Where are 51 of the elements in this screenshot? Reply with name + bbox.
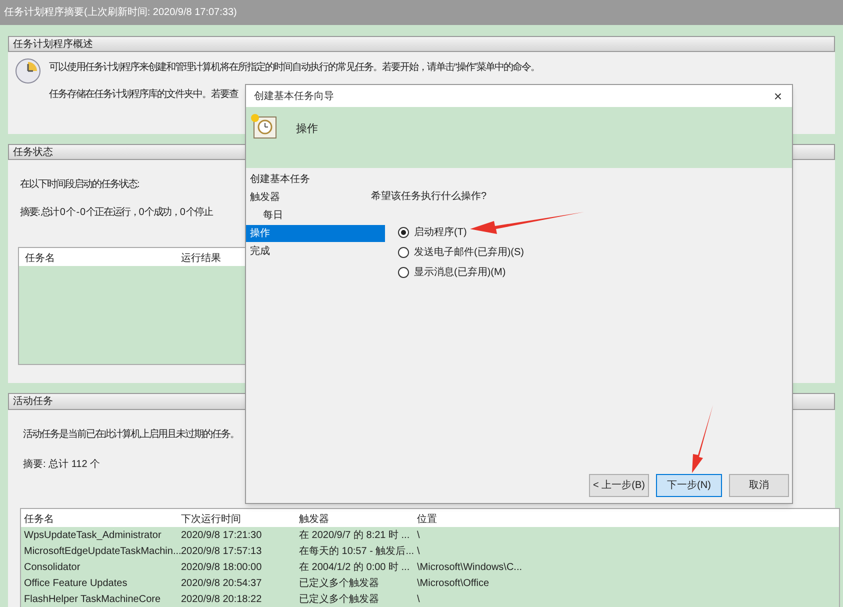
column-header[interactable]: 位置 <box>414 514 614 527</box>
table-cell-text: \Microsoft\Office <box>416 576 490 590</box>
wizard-button[interactable]: < 上一步(B) <box>589 474 649 497</box>
dialog-title: 创建基本任务向导 <box>254 90 334 104</box>
table-cell-text: 2020/9/8 20:54:37 <box>180 576 263 590</box>
window-title: 任务计划程序摘要(上次刷新时间: 2020/9/8 17:07:33) <box>4 6 237 20</box>
nav-item[interactable]: 每日 <box>246 207 285 224</box>
column-header[interactable]: 任务名 <box>25 251 55 266</box>
clock-icon <box>15 58 41 84</box>
radio-option[interactable]: 发送电子邮件(已弃用)(S) <box>398 245 524 260</box>
radio-option[interactable]: 显示消息(已弃用)(M) <box>398 265 524 280</box>
table-cell-text: 2020/9/8 20:18:22 <box>180 592 263 606</box>
table-cell-text: 在每天的 10:57 - 触发后... <box>298 544 414 558</box>
table-cell-text: MicrosoftEdgeUpdateTaskMachin... <box>23 544 178 558</box>
table-cell-text: \ <box>416 528 421 542</box>
summary-text: 摘要: 总计 0 个 - 0 个正在运行，0 个成功，0 个停止 <box>20 206 212 220</box>
table-cell-text: Consolidator <box>23 560 82 574</box>
column-header[interactable]: 任务名 <box>21 514 178 527</box>
wizard-button[interactable]: 取消 <box>729 474 789 497</box>
table-cell-text: 2020/9/8 18:00:00 <box>180 560 263 574</box>
table-cell-text: WpsUpdateTask_Administrator <box>23 528 162 542</box>
status-text: 在以下时间段启动的任务状态: <box>20 178 139 192</box>
column-header[interactable]: 触发器 <box>296 514 414 527</box>
table-cell-text: \ <box>416 592 421 606</box>
step-heading: 操作 <box>296 122 318 137</box>
description-text: 活动任务是当前已在此计算机上启用且未过期的任务。 <box>23 428 239 442</box>
table-cell-text: \ <box>416 544 421 558</box>
info-text: 任务存储在任务计划程序库的文件夹中。若要查 <box>49 88 238 102</box>
table-cell-text: Office Feature Updates <box>23 576 128 590</box>
nav-item[interactable]: 操作 <box>246 225 385 242</box>
table-cell-text: 已定义多个触发器 <box>298 592 380 606</box>
nav-item[interactable]: 触发器 <box>246 189 282 206</box>
column-header[interactable]: 下次运行时间 <box>178 514 296 527</box>
table-cell-text: 2020/9/8 17:21:30 <box>180 528 263 542</box>
section-header: 任务计划程序概述 <box>8 36 835 52</box>
column-header[interactable]: 运行结果 <box>181 251 221 266</box>
radio-option[interactable]: 启动程序(T) <box>398 225 524 240</box>
calendar-clock-icon <box>250 113 278 139</box>
wizard-button[interactable]: 下一步(N) <box>656 474 722 497</box>
close-button[interactable]: × <box>772 89 784 103</box>
table-cell-text: \Microsoft\Windows\C... <box>416 560 524 574</box>
table-cell-text: 在 2020/9/7 的 8:21 时 ... <box>298 528 411 542</box>
nav-item[interactable]: 创建基本任务 <box>246 171 312 188</box>
question-text: 希望该任务执行什么操作? <box>371 190 487 204</box>
table-cell-text: 已定义多个触发器 <box>298 576 380 590</box>
nav-item[interactable]: 完成 <box>246 243 272 260</box>
arrow <box>692 405 713 473</box>
info-text: 可以使用任务计划程序来创建和管理计算机将在所指定的时间自动执行的常见任务。若要开始，请单击“操作”菜单中的命令。 <box>49 60 540 75</box>
table-cell-text: 在 2004/1/2 的 0:00 时 ... <box>298 560 411 574</box>
table-cell-text: FlashHelper TaskMachineCore <box>23 592 162 606</box>
summary-text: 摘要: 总计 112 个 <box>23 458 100 472</box>
